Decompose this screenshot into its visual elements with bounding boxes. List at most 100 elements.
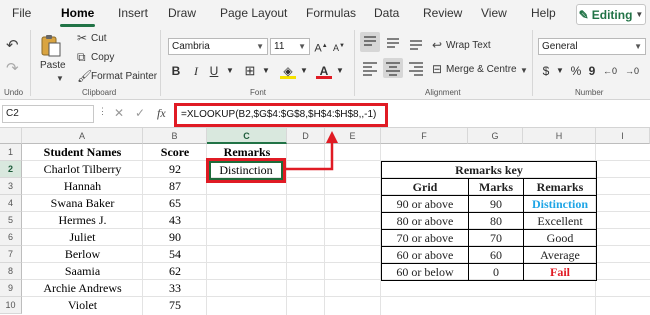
redo-icon[interactable]: ↷	[6, 59, 19, 77]
align-right-icon[interactable]	[406, 58, 426, 78]
tab-formulas[interactable]: Formulas	[306, 6, 356, 20]
editing-mode-button[interactable]: ✎ Editing ▼	[576, 4, 646, 25]
cell-a1[interactable]: Student Names	[22, 144, 143, 161]
tab-insert[interactable]: Insert	[118, 6, 148, 20]
score-cell[interactable]: 43	[143, 212, 207, 229]
paste-icon[interactable]	[40, 34, 62, 58]
remarks-key-remark[interactable]: Average	[523, 246, 597, 264]
remarks-key-grid[interactable]: 80 or above	[381, 212, 469, 230]
row-header-2[interactable]: 2	[0, 161, 22, 178]
formula-input[interactable]: =XLOOKUP(B2,$G$4:$G$8,$H$4:$H$8,,-1)	[174, 103, 388, 127]
tab-data[interactable]: Data	[374, 6, 399, 20]
underline-icon[interactable]: U	[206, 63, 222, 79]
tab-view[interactable]: View	[481, 6, 507, 20]
column-header-i[interactable]: I	[596, 128, 650, 144]
cancel-icon[interactable]: ✕	[114, 106, 124, 120]
remarks-key-header-remarks[interactable]: Remarks	[523, 178, 597, 196]
score-cell[interactable]: 75	[143, 297, 207, 314]
merge-centre-button[interactable]: Merge & Centre	[446, 64, 517, 75]
align-bottom-icon[interactable]	[406, 32, 426, 52]
student-name-cell[interactable]: Charlot Tilberry	[22, 161, 143, 178]
remarks-key-grid[interactable]: 60 or below	[381, 263, 469, 281]
student-name-cell[interactable]: Juliet	[22, 229, 143, 246]
more-options-icon[interactable]: ⋮	[98, 106, 107, 117]
column-header-g[interactable]: G	[468, 128, 523, 144]
column-header-f[interactable]: F	[381, 128, 468, 144]
fill-color-dropdown-icon[interactable]: ▼	[296, 63, 312, 79]
scissors-icon[interactable]: ✂	[77, 31, 87, 45]
student-name-cell[interactable]: Saamia	[22, 263, 143, 280]
column-header-b[interactable]: B	[143, 128, 207, 144]
student-name-cell[interactable]: Berlow	[22, 246, 143, 263]
remarks-key-grid[interactable]: 60 or above	[381, 246, 469, 264]
wrap-text-button[interactable]: Wrap Text	[446, 40, 491, 51]
remarks-key-grid[interactable]: 70 or above	[381, 229, 469, 247]
currency-dropdown-icon[interactable]: ▼	[552, 63, 568, 79]
copy-button[interactable]: Copy	[91, 52, 114, 63]
align-left-icon[interactable]	[360, 58, 380, 78]
column-header-h[interactable]: H	[523, 128, 596, 144]
column-header-c[interactable]: C	[207, 128, 287, 144]
decrease-font-icon[interactable]: A▼	[331, 38, 347, 54]
score-cell[interactable]: 87	[143, 178, 207, 195]
student-name-cell[interactable]: Violet	[22, 297, 143, 314]
comma-style-icon[interactable]: 9	[584, 63, 600, 79]
row-header-4[interactable]: 4	[0, 195, 22, 212]
row-header-10[interactable]: 10	[0, 297, 22, 314]
copy-icon[interactable]: ⧉	[77, 50, 86, 65]
cell-c2-selected[interactable]: Distinction	[209, 161, 283, 180]
cell-b1[interactable]: Score	[143, 144, 207, 161]
score-cell[interactable]: 90	[143, 229, 207, 246]
font-size-select[interactable]: 11 ▼	[270, 38, 310, 55]
merge-dropdown-icon[interactable]: ▼	[520, 66, 528, 75]
remarks-key-header-marks[interactable]: Marks	[468, 178, 524, 196]
enter-icon[interactable]: ✓	[135, 106, 145, 120]
align-top-icon[interactable]	[360, 32, 380, 52]
font-color-icon[interactable]: A	[316, 63, 332, 79]
italic-icon[interactable]: I	[188, 63, 204, 79]
tab-review[interactable]: Review	[423, 6, 462, 20]
decrease-decimal-icon[interactable]: →0	[624, 63, 640, 79]
score-cell[interactable]: 62	[143, 263, 207, 280]
insert-function-icon[interactable]: fx	[157, 106, 166, 121]
font-name-select[interactable]: Cambria ▼	[168, 38, 268, 55]
remarks-key-grid[interactable]: 90 or above	[381, 195, 469, 213]
remarks-key-marks[interactable]: 90	[468, 195, 524, 213]
paste-dropdown-icon[interactable]: ▼	[56, 74, 64, 83]
row-header-1[interactable]: 1	[0, 144, 22, 161]
wrap-text-icon[interactable]: ↩	[432, 38, 442, 52]
row-header-9[interactable]: 9	[0, 280, 22, 297]
remarks-key-header-grid[interactable]: Grid	[381, 178, 469, 196]
borders-dropdown-icon[interactable]: ▼	[258, 63, 274, 79]
align-center-icon[interactable]	[383, 58, 403, 78]
paste-label[interactable]: Paste	[40, 60, 66, 71]
row-header-6[interactable]: 6	[0, 229, 22, 246]
percent-icon[interactable]: %	[568, 63, 584, 79]
format-painter-icon[interactable]: 🖌	[77, 69, 92, 83]
row-header-7[interactable]: 7	[0, 246, 22, 263]
student-name-cell[interactable]: Hermes J.	[22, 212, 143, 229]
font-color-dropdown-icon[interactable]: ▼	[332, 63, 348, 79]
merge-icon[interactable]: ⊟	[432, 62, 442, 76]
score-cell[interactable]: 92	[143, 161, 207, 178]
remarks-key-title[interactable]: Remarks key	[381, 161, 597, 179]
score-cell[interactable]: 54	[143, 246, 207, 263]
remarks-key-remark[interactable]: Distinction	[523, 195, 597, 213]
tab-home[interactable]: Home	[61, 6, 94, 20]
student-name-cell[interactable]: Swana Baker	[22, 195, 143, 212]
number-format-select[interactable]: General ▼	[538, 38, 646, 55]
align-middle-icon[interactable]	[383, 32, 403, 52]
remarks-key-remark[interactable]: Good	[523, 229, 597, 247]
row-header-3[interactable]: 3	[0, 178, 22, 195]
undo-icon[interactable]: ↶	[6, 36, 19, 54]
increase-decimal-icon[interactable]: ←0	[602, 63, 618, 79]
student-name-cell[interactable]: Archie Andrews	[22, 280, 143, 297]
bold-icon[interactable]: B	[168, 63, 184, 79]
increase-font-icon[interactable]: A▲	[313, 38, 329, 55]
fill-color-icon[interactable]: ◈	[280, 63, 296, 79]
remarks-key-remark[interactable]: Fail	[523, 263, 597, 281]
tab-help[interactable]: Help	[531, 6, 556, 20]
score-cell[interactable]: 65	[143, 195, 207, 212]
score-cell[interactable]: 33	[143, 280, 207, 297]
underline-dropdown-icon[interactable]: ▼	[222, 63, 238, 79]
